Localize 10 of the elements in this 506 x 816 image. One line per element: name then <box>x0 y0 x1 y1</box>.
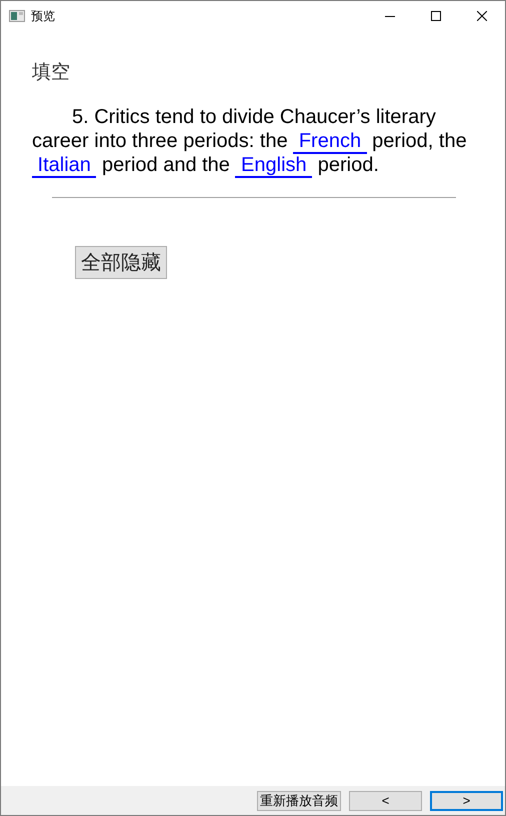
hide-all-button[interactable]: 全部隐藏 <box>75 246 167 279</box>
window-title: 预览 <box>31 8 55 25</box>
next-button[interactable]: > <box>430 790 503 810</box>
close-icon[interactable] <box>477 11 487 21</box>
previous-button[interactable]: < <box>349 790 422 810</box>
question-text: 5. Critics tend to divide Chaucer’s literary career into three periods: the French period, the Italian period and the English period. <box>32 105 468 177</box>
section-heading: 填空 <box>32 61 70 85</box>
app-icon <box>9 10 25 22</box>
replay-audio-button[interactable]: 重新播放音频 <box>257 790 341 810</box>
maximize-icon[interactable] <box>431 11 441 21</box>
